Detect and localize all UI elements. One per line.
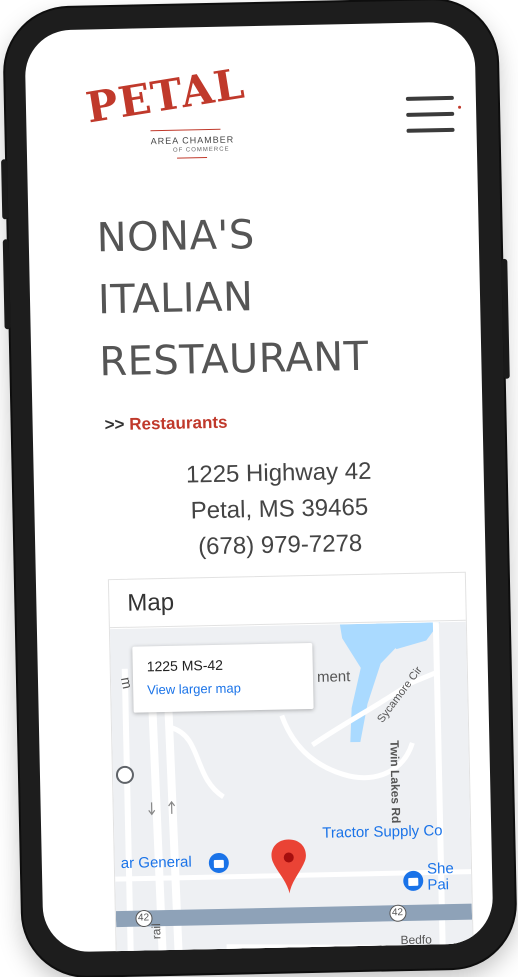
phone-side-button bbox=[501, 258, 510, 379]
logo-divider bbox=[150, 128, 221, 132]
view-larger-map-link[interactable]: View larger map bbox=[147, 680, 241, 697]
road bbox=[171, 725, 225, 799]
map-heading: Map bbox=[108, 572, 466, 629]
road bbox=[226, 944, 473, 951]
breadcrumb-prefix: >> bbox=[104, 414, 125, 435]
map-label-sherwin: She bbox=[426, 860, 454, 878]
road bbox=[432, 622, 446, 953]
map-label-sherwin-2: Pai bbox=[427, 876, 450, 894]
location-pin-icon bbox=[271, 839, 306, 894]
address-line: Petal, MS 39465 bbox=[190, 493, 369, 525]
hamburger-menu-icon[interactable] bbox=[405, 82, 467, 133]
petal-chamber-logo[interactable]: PETAL AREA CHAMBER OF COMMERCE bbox=[83, 59, 251, 159]
logo-tagline-small: OF COMMERCE bbox=[172, 146, 230, 154]
address-block: 1225 Highway 42 Petal, MS 39465 (678) 97… bbox=[153, 453, 405, 566]
route-42-label: 42 bbox=[137, 912, 150, 924]
map-info-window: 1225 MS-42 View larger map bbox=[132, 642, 314, 713]
menu-bar bbox=[406, 111, 455, 117]
embedded-map[interactable]: 1225 MS-42 View larger map m ment Sycamo… bbox=[109, 621, 473, 953]
title-line: RESTAURANT bbox=[98, 333, 370, 386]
menu-bar bbox=[405, 95, 454, 101]
logo-wordmark: PETAL bbox=[82, 58, 249, 133]
menu-accent-dot bbox=[458, 105, 462, 109]
phone-side-button bbox=[1, 159, 9, 220]
shopping-bag-icon bbox=[213, 859, 224, 869]
phone-number[interactable]: (678) 979-7278 bbox=[155, 525, 406, 566]
title-line: ITALIAN bbox=[97, 274, 254, 324]
menu-bar bbox=[406, 127, 455, 133]
recenter-icon bbox=[115, 765, 134, 784]
shopping-bag-icon bbox=[408, 877, 419, 886]
title-line: NONA'S bbox=[96, 212, 256, 262]
route-42-label: 42 bbox=[391, 907, 404, 919]
address-line: 1225 Highway 42 bbox=[185, 457, 372, 489]
page-title: NONA'S ITALIAN RESTAURANT bbox=[96, 200, 430, 393]
logo-divider bbox=[177, 157, 208, 159]
phone-screen: PETAL AREA CHAMBER OF COMMERCE NONA'S IT… bbox=[24, 21, 494, 953]
map-card: Map 1225 MS-42 View larger map m ment Sy… bbox=[107, 571, 474, 953]
phone-frame: PETAL AREA CHAMBER OF COMMERCE NONA'S IT… bbox=[1, 0, 517, 977]
map-label-dollar-general: ar General bbox=[120, 853, 192, 872]
phone-side-button bbox=[2, 239, 11, 330]
breadcrumb: >> Restaurants bbox=[104, 413, 227, 436]
map-label-bedford: Bedfo bbox=[400, 932, 432, 948]
category-link-restaurants[interactable]: Restaurants bbox=[129, 413, 228, 434]
map-place-title: 1225 MS-42 bbox=[146, 656, 224, 675]
road bbox=[121, 668, 134, 953]
logo-tagline: AREA CHAMBER bbox=[150, 134, 235, 147]
map-label-rail: rail bbox=[149, 923, 164, 940]
map-label-twin-lakes: Twin Lakes Rd bbox=[387, 740, 404, 824]
map-label-ment: ment bbox=[316, 668, 351, 686]
highway-42 bbox=[115, 903, 473, 928]
map-label-tractor-supply: Tractor Supply Co bbox=[322, 822, 443, 842]
